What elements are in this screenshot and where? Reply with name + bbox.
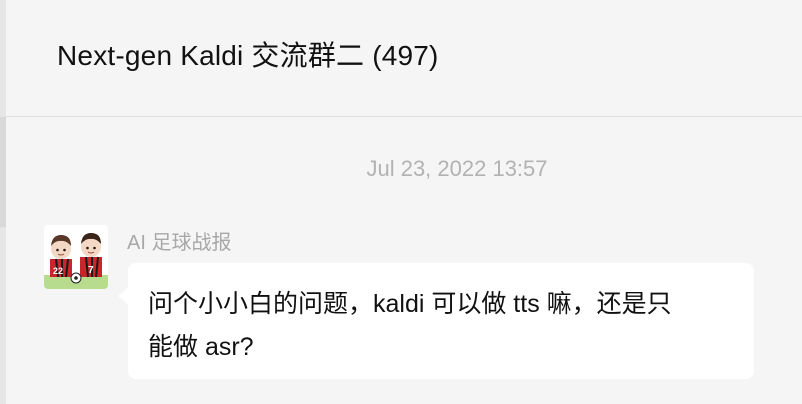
sender-name[interactable]: AI 足球战报: [127, 226, 231, 255]
message-bubble[interactable]: 问个小小白的问题，kaldi 可以做 tts 嘛，还是只 能做 asr?: [118, 263, 754, 379]
chat-header: Next-gen Kaldi 交流群二 (497): [6, 0, 802, 117]
svg-text:7: 7: [88, 265, 94, 276]
svg-text:22: 22: [53, 266, 63, 276]
message-timestamp: Jul 23, 2022 13:57: [366, 156, 548, 181]
chat-title[interactable]: Next-gen Kaldi 交流群二 (497): [57, 34, 439, 74]
soccer-players-avatar-icon: 22 7: [44, 225, 108, 289]
sender-avatar[interactable]: 22 7: [44, 225, 108, 289]
chat-window: Next-gen Kaldi 交流群二 (497) Jul 23, 2022 1…: [0, 0, 802, 404]
message-text: 问个小小白的问题，kaldi 可以做 tts 嘛，还是只 能做 asr?: [148, 290, 672, 361]
